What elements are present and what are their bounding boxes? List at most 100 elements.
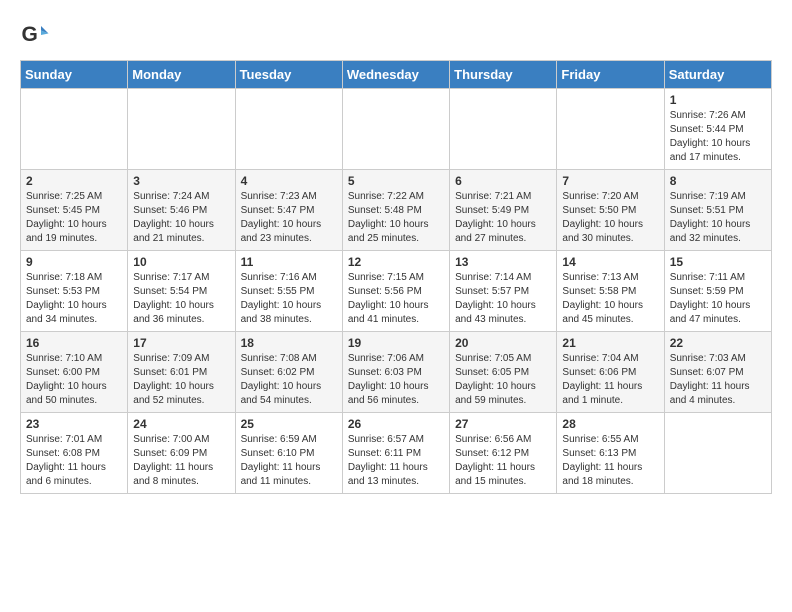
day-number: 14: [562, 255, 658, 269]
calendar-cell: 15 Sunrise: 7:11 AM Sunset: 5:59 PM Dayli…: [664, 251, 771, 332]
day-number: 13: [455, 255, 551, 269]
calendar-cell: [342, 89, 449, 170]
calendar-cell: 16 Sunrise: 7:10 AM Sunset: 6:00 PM Dayli…: [21, 332, 128, 413]
day-number: 26: [348, 417, 444, 431]
day-info: Sunrise: 7:00 AM Sunset: 6:09 PM Dayligh…: [133, 433, 229, 489]
calendar-cell: 18 Sunrise: 7:08 AM Sunset: 6:02 PM Dayli…: [235, 332, 342, 413]
day-number: 1: [670, 93, 766, 107]
day-info: Sunrise: 7:11 AM Sunset: 5:59 PM Dayligh…: [670, 271, 766, 327]
calendar-cell: 26 Sunrise: 6:57 AM Sunset: 6:11 PM Dayli…: [342, 413, 449, 494]
day-info: Sunrise: 7:05 AM Sunset: 6:05 PM Dayligh…: [455, 352, 551, 408]
calendar-cell: 19 Sunrise: 7:06 AM Sunset: 6:03 PM Dayli…: [342, 332, 449, 413]
day-number: 17: [133, 336, 229, 350]
calendar-cell: 27 Sunrise: 6:56 AM Sunset: 6:12 PM Dayli…: [450, 413, 557, 494]
weekday-header-thursday: Thursday: [450, 61, 557, 89]
calendar-cell: 8 Sunrise: 7:19 AM Sunset: 5:51 PM Daylig…: [664, 170, 771, 251]
day-number: 8: [670, 174, 766, 188]
day-info: Sunrise: 7:23 AM Sunset: 5:47 PM Dayligh…: [241, 190, 337, 246]
calendar-cell: 6 Sunrise: 7:21 AM Sunset: 5:49 PM Daylig…: [450, 170, 557, 251]
calendar-cell: 10 Sunrise: 7:17 AM Sunset: 5:54 PM Dayli…: [128, 251, 235, 332]
logo-icon: G: [20, 20, 50, 50]
day-number: 9: [26, 255, 122, 269]
day-info: Sunrise: 7:18 AM Sunset: 5:53 PM Dayligh…: [26, 271, 122, 327]
day-number: 11: [241, 255, 337, 269]
day-info: Sunrise: 7:15 AM Sunset: 5:56 PM Dayligh…: [348, 271, 444, 327]
day-number: 7: [562, 174, 658, 188]
page-header: G: [20, 20, 772, 50]
day-info: Sunrise: 7:01 AM Sunset: 6:08 PM Dayligh…: [26, 433, 122, 489]
day-info: Sunrise: 6:56 AM Sunset: 6:12 PM Dayligh…: [455, 433, 551, 489]
day-info: Sunrise: 7:03 AM Sunset: 6:07 PM Dayligh…: [670, 352, 766, 408]
day-info: Sunrise: 6:59 AM Sunset: 6:10 PM Dayligh…: [241, 433, 337, 489]
day-info: Sunrise: 7:19 AM Sunset: 5:51 PM Dayligh…: [670, 190, 766, 246]
day-number: 28: [562, 417, 658, 431]
day-number: 19: [348, 336, 444, 350]
week-row-1: 1 Sunrise: 7:26 AM Sunset: 5:44 PM Daylig…: [21, 89, 772, 170]
day-info: Sunrise: 7:21 AM Sunset: 5:49 PM Dayligh…: [455, 190, 551, 246]
calendar-cell: 4Sunrise: 7:23 AM Sunset: 5:47 PM Daylig…: [235, 170, 342, 251]
calendar-cell: 5 Sunrise: 7:22 AM Sunset: 5:48 PM Daylig…: [342, 170, 449, 251]
calendar-cell: 22 Sunrise: 7:03 AM Sunset: 6:07 PM Dayli…: [664, 332, 771, 413]
calendar-cell: 17Sunrise: 7:09 AM Sunset: 6:01 PM Dayli…: [128, 332, 235, 413]
day-number: 12: [348, 255, 444, 269]
day-info: Sunrise: 7:17 AM Sunset: 5:54 PM Dayligh…: [133, 271, 229, 327]
day-number: 27: [455, 417, 551, 431]
day-info: Sunrise: 7:26 AM Sunset: 5:44 PM Dayligh…: [670, 109, 766, 165]
day-info: Sunrise: 7:16 AM Sunset: 5:55 PM Dayligh…: [241, 271, 337, 327]
day-number: 10: [133, 255, 229, 269]
day-info: Sunrise: 7:25 AM Sunset: 5:45 PM Dayligh…: [26, 190, 122, 246]
day-info: Sunrise: 7:20 AM Sunset: 5:50 PM Dayligh…: [562, 190, 658, 246]
calendar-cell: 21 Sunrise: 7:04 AM Sunset: 6:06 PM Dayli…: [557, 332, 664, 413]
week-row-4: 16 Sunrise: 7:10 AM Sunset: 6:00 PM Dayli…: [21, 332, 772, 413]
day-info: Sunrise: 7:14 AM Sunset: 5:57 PM Dayligh…: [455, 271, 551, 327]
week-row-5: 23 Sunrise: 7:01 AM Sunset: 6:08 PM Dayli…: [21, 413, 772, 494]
calendar-cell: 9 Sunrise: 7:18 AM Sunset: 5:53 PM Daylig…: [21, 251, 128, 332]
day-number: 2: [26, 174, 122, 188]
logo: G: [20, 20, 52, 50]
calendar-cell: [235, 89, 342, 170]
day-number: 25: [241, 417, 337, 431]
weekday-header-sunday: Sunday: [21, 61, 128, 89]
day-info: Sunrise: 7:08 AM Sunset: 6:02 PM Dayligh…: [241, 352, 337, 408]
calendar-cell: 23 Sunrise: 7:01 AM Sunset: 6:08 PM Dayli…: [21, 413, 128, 494]
day-number: 23: [26, 417, 122, 431]
day-number: 3: [133, 174, 229, 188]
weekday-header-monday: Monday: [128, 61, 235, 89]
calendar-cell: [21, 89, 128, 170]
calendar-cell: 7 Sunrise: 7:20 AM Sunset: 5:50 PM Daylig…: [557, 170, 664, 251]
calendar-cell: 20 Sunrise: 7:05 AM Sunset: 6:05 PM Dayli…: [450, 332, 557, 413]
calendar-cell: [664, 413, 771, 494]
day-number: 18: [241, 336, 337, 350]
weekday-header-tuesday: Tuesday: [235, 61, 342, 89]
week-row-2: 2 Sunrise: 7:25 AM Sunset: 5:45 PM Daylig…: [21, 170, 772, 251]
day-info: Sunrise: 7:22 AM Sunset: 5:48 PM Dayligh…: [348, 190, 444, 246]
calendar-cell: [557, 89, 664, 170]
day-info: Sunrise: 7:04 AM Sunset: 6:06 PM Dayligh…: [562, 352, 658, 408]
day-number: 6: [455, 174, 551, 188]
day-number: 15: [670, 255, 766, 269]
day-number: 20: [455, 336, 551, 350]
calendar-cell: 24 Sunrise: 7:00 AM Sunset: 6:09 PM Dayli…: [128, 413, 235, 494]
day-info: Sunrise: 7:10 AM Sunset: 6:00 PM Dayligh…: [26, 352, 122, 408]
calendar-cell: 11 Sunrise: 7:16 AM Sunset: 5:55 PM Dayli…: [235, 251, 342, 332]
calendar-cell: 12 Sunrise: 7:15 AM Sunset: 5:56 PM Dayli…: [342, 251, 449, 332]
calendar-cell: 1 Sunrise: 7:26 AM Sunset: 5:44 PM Daylig…: [664, 89, 771, 170]
day-info: Sunrise: 7:06 AM Sunset: 6:03 PM Dayligh…: [348, 352, 444, 408]
weekday-header-wednesday: Wednesday: [342, 61, 449, 89]
calendar-cell: 2 Sunrise: 7:25 AM Sunset: 5:45 PM Daylig…: [21, 170, 128, 251]
calendar-cell: 3 Sunrise: 7:24 AM Sunset: 5:46 PM Daylig…: [128, 170, 235, 251]
calendar-cell: 13 Sunrise: 7:14 AM Sunset: 5:57 PM Dayli…: [450, 251, 557, 332]
day-number: 22: [670, 336, 766, 350]
day-info: Sunrise: 6:55 AM Sunset: 6:13 PM Dayligh…: [562, 433, 658, 489]
day-number: 16: [26, 336, 122, 350]
day-number: 24: [133, 417, 229, 431]
week-row-3: 9 Sunrise: 7:18 AM Sunset: 5:53 PM Daylig…: [21, 251, 772, 332]
day-number: 5: [348, 174, 444, 188]
calendar-cell: 28 Sunrise: 6:55 AM Sunset: 6:13 PM Dayli…: [557, 413, 664, 494]
calendar-cell: 25 Sunrise: 6:59 AM Sunset: 6:10 PM Dayli…: [235, 413, 342, 494]
svg-text:G: G: [22, 23, 38, 46]
day-info: Sunrise: 6:57 AM Sunset: 6:11 PM Dayligh…: [348, 433, 444, 489]
day-number: 21: [562, 336, 658, 350]
day-info: Sunrise: 7:24 AM Sunset: 5:46 PM Dayligh…: [133, 190, 229, 246]
weekday-header-saturday: Saturday: [664, 61, 771, 89]
